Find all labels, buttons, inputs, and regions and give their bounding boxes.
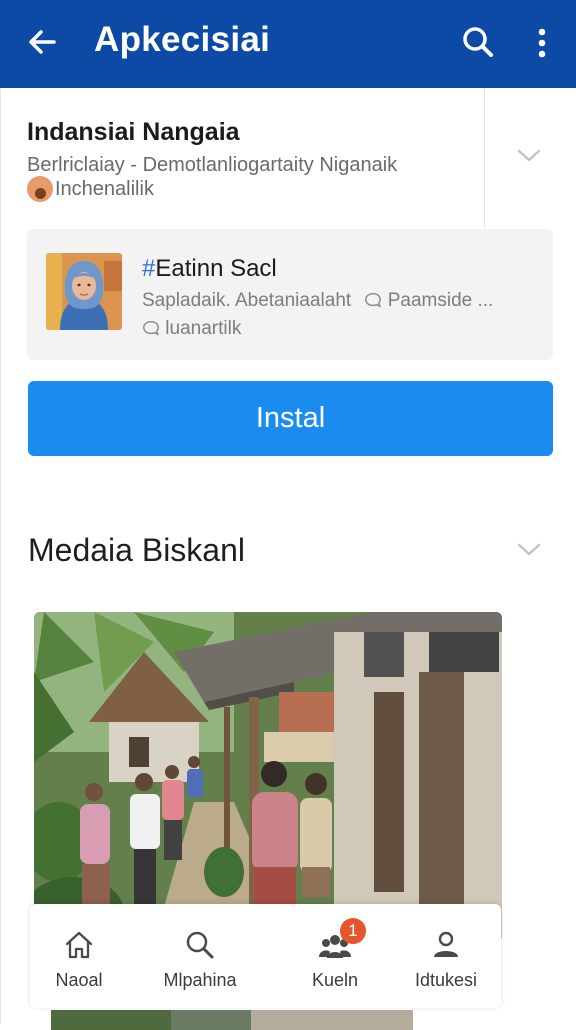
bottom-navigation: Naoal Mlpahina 1 Kueln Idtukesi	[30, 904, 501, 1008]
people-icon-wrapper: 1	[318, 918, 366, 962]
post-thumbnail	[46, 253, 122, 330]
post-meta-text: Sapladaik. Abetaniaalaht	[142, 290, 352, 311]
post-meta-extra: Paamside ...	[387, 290, 494, 311]
content-area: Indansiai Nangaia Berlriclaiay - Demotla…	[0, 88, 576, 1030]
nav-item-search[interactable]: Mlpahina	[150, 904, 250, 1008]
comment-icon	[143, 320, 159, 336]
back-arrow-icon[interactable]	[24, 24, 60, 60]
nav-label-home: Naoal	[55, 970, 103, 990]
nav-item-account[interactable]: Idtukesi	[396, 904, 496, 1008]
section-title: Medaia Biskanl	[28, 532, 245, 568]
nav-item-people[interactable]: 1 Kueln	[290, 904, 380, 1008]
post-card[interactable]: #Eatinn Sacl Sapladaik. Abetaniaalaht Pa…	[27, 229, 553, 360]
post-meta-second: luanartilk	[142, 318, 241, 340]
hashtag-symbol: #	[142, 255, 156, 282]
chevron-down-icon[interactable]	[513, 534, 545, 566]
notification-badge: 1	[340, 918, 366, 944]
media-image-second[interactable]	[51, 1010, 413, 1030]
post-meta: Sapladaik. Abetaniaalaht Paamside ...	[142, 290, 542, 312]
account-icon	[434, 931, 458, 957]
post-title-text: Eatinn Sacl	[155, 255, 277, 282]
app-name: Indansiai Nangaia	[27, 118, 240, 146]
search-icon[interactable]	[458, 22, 498, 62]
nav-label-search: Mlpahina	[163, 970, 237, 990]
media-image-village[interactable]	[34, 612, 502, 942]
post-meta2-text: luanartilk	[165, 318, 242, 339]
developer-row[interactable]: Inchenalilik	[27, 176, 154, 202]
post-title: #Eatinn Sacl	[142, 255, 277, 283]
developer-name: Inchenalilik	[55, 177, 154, 200]
appbar-title: Apkecisiai	[94, 20, 271, 59]
install-button[interactable]: Instal	[28, 381, 553, 456]
nav-label-account: Idtukesi	[414, 970, 478, 990]
developer-avatar	[27, 176, 53, 202]
chevron-down-icon[interactable]	[513, 140, 545, 172]
nav-item-home[interactable]: Naoal	[30, 904, 128, 1008]
more-vert-icon[interactable]	[528, 24, 556, 62]
app-bar: Apkecisiai	[0, 0, 576, 88]
search-icon	[186, 931, 214, 959]
app-header: Indansiai Nangaia Berlriclaiay - Demotla…	[1, 88, 485, 228]
comment-icon	[365, 292, 382, 308]
home-icon	[65, 931, 93, 959]
nav-label-people: Kueln	[311, 970, 359, 990]
app-subtitle: Berlriclaiay - Demotlanliogartaity Nigan…	[27, 154, 398, 176]
